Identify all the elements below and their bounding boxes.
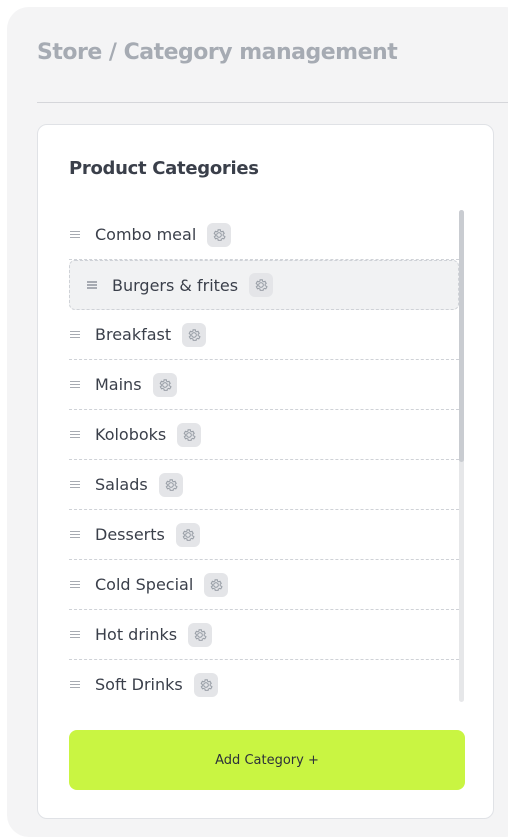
category-item[interactable]: Salads xyxy=(69,460,459,510)
gear-icon[interactable] xyxy=(204,572,229,597)
category-label: Mains xyxy=(95,375,142,394)
category-item[interactable]: Koloboks xyxy=(69,410,459,460)
drag-handle-icon[interactable] xyxy=(70,430,80,439)
drag-handle-icon[interactable] xyxy=(70,480,80,489)
category-list: Combo meal Burgers & frites Breakfast Ma… xyxy=(69,210,459,702)
gear-icon[interactable] xyxy=(193,672,218,697)
gear-icon[interactable] xyxy=(177,422,202,447)
gear-icon[interactable] xyxy=(158,472,183,497)
list-scrollbar[interactable] xyxy=(459,210,464,702)
category-item[interactable]: Soft Drinks xyxy=(69,660,459,702)
add-category-button[interactable]: Add Category + xyxy=(69,730,465,790)
categories-card: Product Categories Combo meal Burgers & … xyxy=(37,124,494,819)
gear-icon[interactable] xyxy=(175,522,200,547)
breadcrumb: Store / Category management xyxy=(37,40,398,65)
category-item[interactable]: Cold Special xyxy=(69,560,459,610)
gear-icon[interactable] xyxy=(152,372,177,397)
category-label: Soft Drinks xyxy=(95,675,183,694)
category-label: Hot drinks xyxy=(95,625,178,644)
card-title: Product Categories xyxy=(69,158,259,179)
gear-icon[interactable] xyxy=(207,222,232,247)
drag-handle-icon[interactable] xyxy=(70,230,80,239)
gear-icon[interactable] xyxy=(249,273,274,297)
category-item[interactable]: Burgers & frites xyxy=(69,260,459,310)
category-item[interactable]: Breakfast xyxy=(69,310,459,360)
category-item[interactable]: Hot drinks xyxy=(69,610,459,660)
drag-handle-icon[interactable] xyxy=(70,680,80,689)
drag-handle-icon[interactable] xyxy=(87,281,97,289)
category-item[interactable]: Desserts xyxy=(69,510,459,560)
category-label: Koloboks xyxy=(95,425,167,444)
drag-handle-icon[interactable] xyxy=(70,530,80,539)
drag-handle-icon[interactable] xyxy=(70,380,80,389)
gear-icon[interactable] xyxy=(182,322,207,347)
header-divider xyxy=(37,102,508,103)
category-item[interactable]: Mains xyxy=(69,360,459,410)
gear-icon[interactable] xyxy=(188,622,213,647)
drag-handle-icon[interactable] xyxy=(70,580,80,589)
scrollbar-thumb[interactable] xyxy=(459,210,464,462)
category-label: Desserts xyxy=(95,525,165,544)
drag-handle-icon[interactable] xyxy=(70,630,80,639)
drag-handle-icon[interactable] xyxy=(70,330,80,339)
category-label: Breakfast xyxy=(95,325,172,344)
category-label: Salads xyxy=(95,475,148,494)
category-item[interactable]: Combo meal xyxy=(69,210,459,260)
category-label: Cold Special xyxy=(95,575,194,594)
category-label: Combo meal xyxy=(95,225,197,244)
category-label: Burgers & frites xyxy=(112,275,239,295)
